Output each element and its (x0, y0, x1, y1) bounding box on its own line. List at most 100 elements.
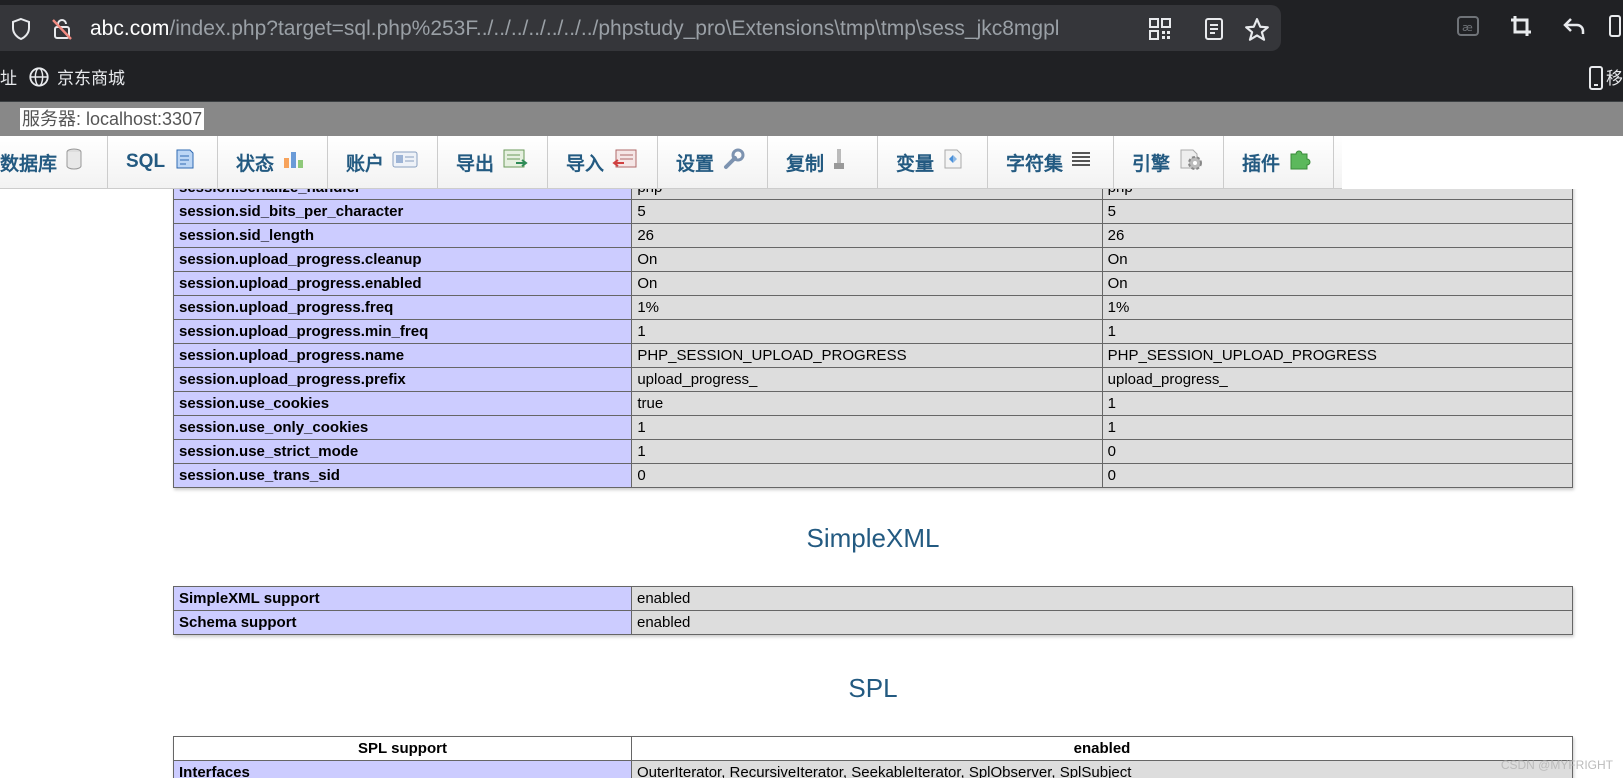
table-row: session.upload_progress.freq 1% 1% (172, 295, 1574, 320)
tab-import[interactable]: 导入 (548, 136, 658, 188)
table-row: session.upload_progress.prefix upload_pro… (172, 367, 1574, 392)
engine-gear-icon (1178, 147, 1204, 177)
spl-table: SPL support enabled Interfaces OuterItera… (173, 736, 1573, 778)
directive-name-cell: session.upload_progress.name (172, 343, 633, 368)
tab-label: 数据库 (0, 153, 58, 175)
directive-value-cell: PHP_SESSION_UPLOAD_PROGRESS (631, 343, 1103, 368)
directive-value-cell: enabled (631, 586, 1573, 611)
wrench-icon (722, 147, 746, 177)
database-icon (65, 148, 83, 176)
directive-value-cell: 26 (1101, 223, 1574, 248)
directive-value-cell: 1 (1101, 319, 1574, 344)
tab-engines[interactable]: 引擎 (1114, 136, 1224, 188)
table-row: session.sid_length 26 26 (172, 223, 1574, 248)
table-row: session.upload_progress.enabled On On (172, 271, 1574, 296)
table-row: session.use_only_cookies 1 1 (172, 415, 1574, 440)
tab-label: 字符集 (1006, 153, 1064, 175)
tab-databases[interactable]: 数据库 (0, 136, 108, 188)
directive-name-cell: Interfaces (173, 760, 632, 778)
directive-value-cell: upload_progress_ (631, 367, 1103, 392)
section-title-simplexml: SimpleXML (806, 523, 940, 553)
address-bar[interactable]: abc.com/index.php?target=sql.php%253F../… (0, 5, 1281, 51)
more-icon[interactable] (1608, 14, 1622, 43)
directive-value-cell: On (1101, 247, 1574, 272)
directive-name-cell: session.upload_progress.freq (172, 295, 633, 320)
tab-status[interactable]: 状态 (218, 136, 328, 188)
directive-value-cell: PHP_SESSION_UPLOAD_PROGRESS (1101, 343, 1574, 368)
directive-value-cell: 1 (1101, 391, 1574, 416)
directive-value-cell: 5 (631, 199, 1103, 224)
table-row: Schema support enabled (173, 610, 1573, 635)
directive-value-cell: 26 (631, 223, 1103, 248)
bookmark-jd[interactable]: 京东商城 (57, 68, 125, 90)
server-breadcrumb: 服务器: localhost:3307 (0, 102, 1623, 136)
tab-settings[interactable]: 设置 (658, 136, 768, 188)
tab-sql[interactable]: SQL (108, 136, 218, 188)
back-icon[interactable] (1562, 14, 1586, 43)
tab-label: 变量 (896, 153, 935, 175)
directive-value-cell: On (1101, 271, 1574, 296)
table-row: session.use_trans_sid 0 0 (172, 463, 1574, 488)
table-row: session.use_cookies true 1 (172, 391, 1574, 416)
accounts-card-icon (392, 149, 418, 175)
star-icon[interactable] (1244, 17, 1270, 48)
replication-icon (832, 147, 846, 177)
tab-label: 设置 (676, 153, 715, 175)
table-row: session.upload_progress.name PHP_SESSION_… (172, 343, 1574, 368)
plugin-puzzle-icon (1288, 148, 1312, 176)
directive-value-cell: 1 (631, 415, 1103, 440)
table-header-row: SPL support enabled (173, 736, 1573, 761)
table-row: session.serialize_handlerphpphp (172, 189, 1574, 200)
directive-value-cell: 1 (631, 319, 1103, 344)
tab-label: 引擎 (1132, 153, 1171, 175)
reader-mode-icon[interactable] (1203, 17, 1225, 46)
status-chart-icon (282, 148, 306, 176)
directive-value-cell: 1 (631, 439, 1103, 464)
directive-name-cell: session.use_trans_sid (172, 463, 633, 488)
tab-charsets[interactable]: 字符集 (988, 136, 1114, 188)
crop-icon[interactable] (1509, 14, 1533, 43)
session-table: session.serialize_handlerphpphpsession.s… (172, 189, 1574, 488)
directive-name-cell: Schema support (173, 610, 632, 635)
directive-name-cell: session.serialize_handler (172, 189, 633, 200)
tab-variables[interactable]: 变量 (878, 136, 988, 188)
directive-name-cell: session.use_strict_mode (172, 439, 633, 464)
table-header-cell: enabled (631, 736, 1573, 761)
directive-value-cell: 1 (1101, 415, 1574, 440)
no-tracking-icon[interactable] (50, 17, 74, 46)
browser-toolbar: abc.com/index.php?target=sql.php%253F../… (0, 0, 1623, 56)
directive-name-cell: session.use_cookies (172, 391, 633, 416)
mobile-icon[interactable] (1588, 66, 1604, 96)
tab-label: 插件 (1242, 153, 1281, 175)
bookmark-item[interactable]: 址 (0, 68, 17, 90)
tab-label: 账户 (346, 153, 385, 175)
directive-value-cell: 0 (1101, 439, 1574, 464)
svg-text:æ: æ (1462, 21, 1473, 34)
section-title-spl: SPL (848, 673, 898, 703)
translate-icon[interactable]: æ (1456, 14, 1480, 43)
qr-code-icon[interactable] (1148, 17, 1172, 46)
charset-lines-icon (1071, 150, 1091, 174)
directive-value-cell: upload_progress_ (1101, 367, 1574, 392)
directive-name-cell: session.upload_progress.enabled (172, 271, 633, 296)
table-row: Interfaces OuterIterator, RecursiveIterat… (173, 760, 1573, 778)
directive-name-cell: session.upload_progress.cleanup (172, 247, 633, 272)
directive-name-cell: session.upload_progress.prefix (172, 367, 633, 392)
table-row: session.upload_progress.min_freq 1 1 (172, 319, 1574, 344)
tab-accounts[interactable]: 账户 (328, 136, 438, 188)
directive-name-cell: session.sid_bits_per_character (172, 199, 633, 224)
table-row: SimpleXML support enabled (173, 586, 1573, 611)
directive-value-cell: php (631, 189, 1103, 200)
tab-plugins[interactable]: 插件 (1224, 136, 1334, 188)
server-label[interactable]: 服务器: localhost:3307 (20, 108, 205, 130)
screenshot-root: abc.com/index.php?target=sql.php%253F../… (0, 0, 1623, 778)
directive-value-cell: 1% (631, 295, 1103, 320)
directive-value-cell: 0 (631, 463, 1103, 488)
mobile-bookmarks-label[interactable]: 移 (1606, 68, 1623, 90)
tab-replication[interactable]: 复制 (768, 136, 878, 188)
directive-value-cell: 1% (1101, 295, 1574, 320)
tab-label: 导出 (456, 153, 495, 175)
tab-export[interactable]: 导出 (438, 136, 548, 188)
shield-icon[interactable] (10, 17, 32, 46)
url-text[interactable]: abc.com/index.php?target=sql.php%253F../… (90, 17, 1150, 41)
